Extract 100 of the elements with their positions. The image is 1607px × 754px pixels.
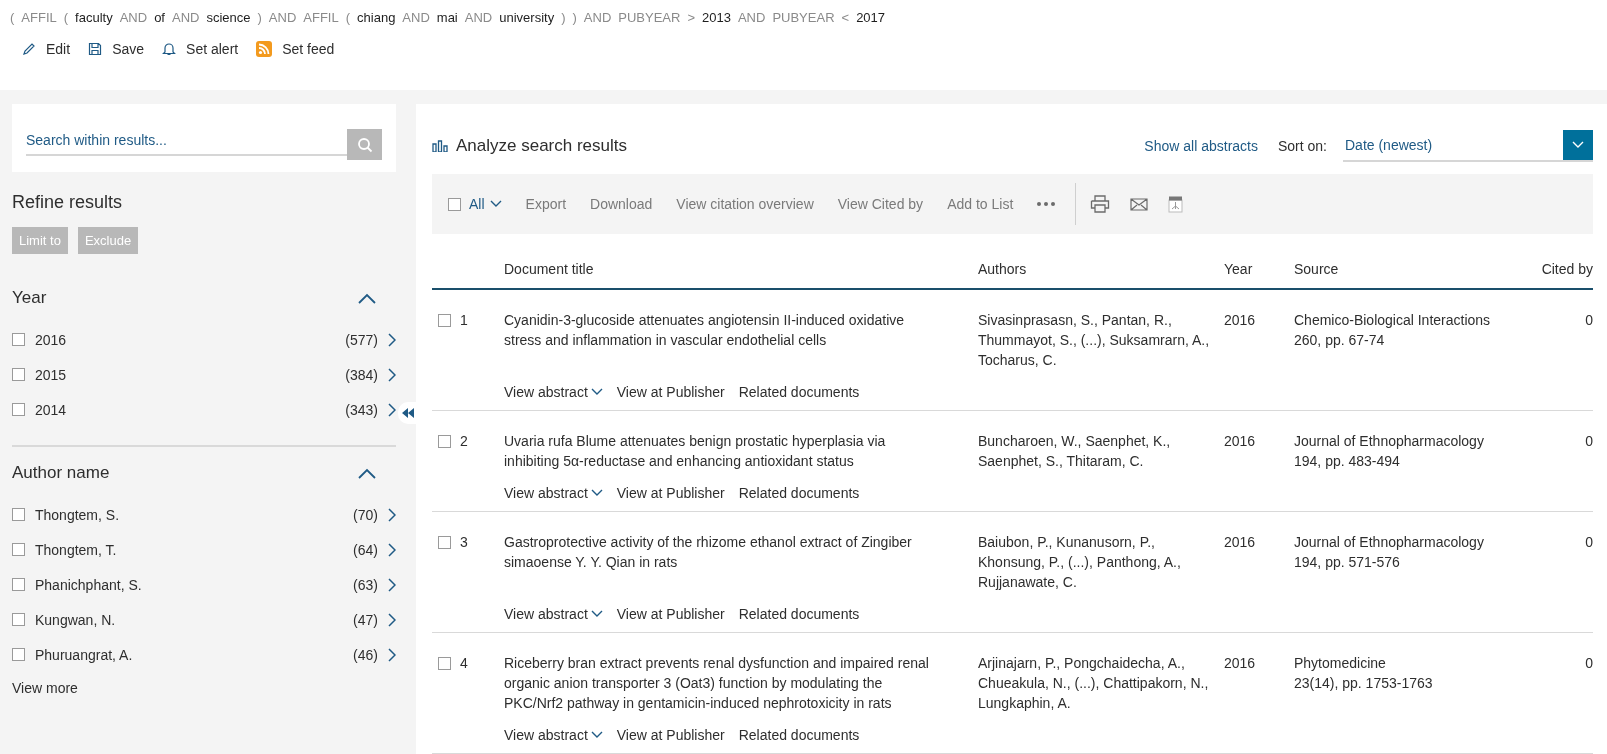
chevron-right-icon[interactable] xyxy=(388,402,396,417)
column-header[interactable]: Year xyxy=(1224,261,1294,277)
checkbox[interactable] xyxy=(12,368,25,381)
cited-by-count: 0 xyxy=(1584,533,1593,552)
result-link[interactable]: View at Publisher xyxy=(616,606,725,622)
toolbar-action-button[interactable]: View citation overview xyxy=(676,196,814,212)
more-icon[interactable] xyxy=(1037,202,1056,206)
mail-icon[interactable] xyxy=(1130,197,1149,211)
result-link[interactable]: Related documents xyxy=(738,727,860,743)
print-icon[interactable] xyxy=(1090,195,1111,213)
toolbar-action-button[interactable]: Download xyxy=(590,196,653,212)
chevron-right-icon[interactable] xyxy=(388,367,396,382)
query-action-button[interactable]: Save xyxy=(88,39,145,59)
view-more-link[interactable]: View more xyxy=(12,680,78,696)
query-operator: AND xyxy=(464,10,493,25)
result-link[interactable]: View at Publisher xyxy=(616,384,725,400)
document-title-link[interactable]: Gastroprotective activity of the rhizome ethanol extract of Zingiber simaoense Y. Y. Qian in rats xyxy=(504,532,938,572)
result-link[interactable]: View abstract xyxy=(504,384,603,400)
checkbox[interactable] xyxy=(438,313,451,327)
checkbox[interactable] xyxy=(438,434,451,448)
query-term: 2017 xyxy=(856,10,886,25)
query-term: of xyxy=(154,10,165,25)
result-link[interactable]: Related documents xyxy=(738,384,860,400)
column-header[interactable]: Cited by xyxy=(1513,261,1593,277)
checkbox[interactable] xyxy=(448,197,461,211)
facet-option: Kungwan, N. xyxy=(35,611,354,628)
chevron-right-icon[interactable] xyxy=(388,647,396,662)
row-number: 2 xyxy=(460,432,468,451)
authors-cell-text: Buncharoen, W., Saenphet, K., Saenphet, S., Thitaram, C. xyxy=(978,432,1172,471)
toolbar-action-button[interactable]: View Cited by xyxy=(837,196,924,212)
toolbar-action-button[interactable]: Export xyxy=(525,196,567,212)
facet-count: (384) xyxy=(345,366,378,383)
select-all-dropdown[interactable]: All xyxy=(469,196,502,212)
row-number: 4 xyxy=(460,654,468,673)
chevron-down-icon xyxy=(590,731,603,739)
collapse-sidebar-handle[interactable] xyxy=(398,402,418,424)
query-operator: ) xyxy=(572,10,577,25)
checkbox[interactable] xyxy=(12,543,25,556)
result-link[interactable]: View abstract xyxy=(504,606,603,622)
query-action-button[interactable]: Set feed xyxy=(256,39,335,59)
document-title-link[interactable]: Riceberry bran extract prevents renal dysfunction and impaired renal organic anion transporter 3 (Oat3) function by modulating the PKC/Nrf2 pathway in gentamicin-induced nephrotoxicity in rats xyxy=(504,653,938,713)
source-title-link[interactable]: Chemico-Biological Interactions xyxy=(1294,310,1513,330)
result-link[interactable]: View at Publisher xyxy=(616,485,725,501)
chevron-up-icon[interactable] xyxy=(358,292,376,304)
cited-by-count: 0 xyxy=(1584,432,1593,451)
checkbox[interactable] xyxy=(12,648,25,661)
source-title-link[interactable]: Journal of Ethnopharmacology xyxy=(1294,431,1513,451)
column-header[interactable]: Authors xyxy=(978,261,1224,277)
query-operator: PUBYEAR xyxy=(618,10,681,25)
facet-option: 2016 xyxy=(35,331,346,348)
query-action-button[interactable]: Set alert xyxy=(162,39,239,59)
chevron-right-icon[interactable] xyxy=(388,332,396,347)
facet-count: (70) xyxy=(353,506,378,523)
result-link[interactable]: Related documents xyxy=(738,485,860,501)
search-box[interactable]: Search within results... xyxy=(12,104,396,172)
analyze-search-results-button[interactable]: Analyze search results xyxy=(432,136,628,156)
column-header[interactable]: Document title xyxy=(504,261,978,277)
pdf-file-icon[interactable] xyxy=(1168,195,1184,213)
checkbox[interactable] xyxy=(12,403,25,416)
facet-heading: Author name xyxy=(12,463,110,483)
document-title-link[interactable]: Uvaria rufa Blume attenuates benign prostatic hyperplasia via inhibiting 5α-reductase and enhancing antioxidant status xyxy=(504,431,938,471)
facet-option: 2014 xyxy=(35,401,346,418)
search-field[interactable]: Search within results... xyxy=(26,132,347,156)
checkbox[interactable] xyxy=(438,535,451,549)
result-link[interactable]: View at Publisher xyxy=(616,727,725,743)
column-header[interactable]: Source xyxy=(1294,261,1513,277)
result-link[interactable]: View abstract xyxy=(504,727,603,743)
result-link[interactable]: Related documents xyxy=(738,606,860,622)
chevron-up-icon[interactable] xyxy=(358,467,376,479)
document-title-link[interactable]: Cyanidin-3-glucoside attenuates angiotensin II-induced oxidative stress and inflammation in vascular endothelial cells xyxy=(504,310,938,350)
chevron-right-icon[interactable] xyxy=(388,507,396,522)
chevron-right-icon[interactable] xyxy=(388,612,396,627)
chevron-down-icon xyxy=(489,200,502,208)
chevron-down-icon xyxy=(1572,141,1584,149)
chevron-right-icon[interactable] xyxy=(388,577,396,592)
query-term: mai xyxy=(436,10,458,25)
show-all-abstracts-link[interactable]: Show all abstracts xyxy=(1144,138,1258,154)
checkbox[interactable] xyxy=(12,508,25,521)
checkbox[interactable] xyxy=(12,333,25,346)
facet-option: Thongtem, T. xyxy=(35,541,354,558)
query-operator: ( xyxy=(10,10,15,25)
sort-dropdown[interactable]: Date (newest) xyxy=(1343,130,1593,162)
facet-count: (577) xyxy=(345,331,378,348)
checkbox[interactable] xyxy=(12,613,25,626)
query-operator: < xyxy=(841,10,850,25)
chevron-down-icon xyxy=(590,610,603,618)
authors-cell-text: Baiubon, P., Kunanusorn, P., Khonsung, P., (...), Panthong, A., Rujjanawate, C. xyxy=(978,533,1182,592)
authors-cell-text: Sivasinprasasn, S., Pantan, R., Thummayot, S., (...), Suksamrarn, A., Tocharus, C. xyxy=(978,311,1211,370)
query-action-button[interactable]: Edit xyxy=(22,39,71,59)
source-title-link[interactable]: Journal of Ethnopharmacology xyxy=(1294,532,1513,552)
result-link[interactable]: View abstract xyxy=(504,485,603,501)
chevron-right-icon[interactable] xyxy=(388,542,396,557)
year-cell-text: 2016 xyxy=(1224,533,1257,552)
facet-count: (343) xyxy=(345,401,378,418)
source-title-link[interactable]: Phytomedicine xyxy=(1294,653,1513,673)
toolbar-action-button[interactable]: Add to List xyxy=(947,196,1014,212)
checkbox[interactable] xyxy=(12,578,25,591)
checkbox[interactable] xyxy=(438,656,451,670)
chevron-down-icon xyxy=(590,489,603,497)
facet-option: Thongtem, S. xyxy=(35,506,354,523)
